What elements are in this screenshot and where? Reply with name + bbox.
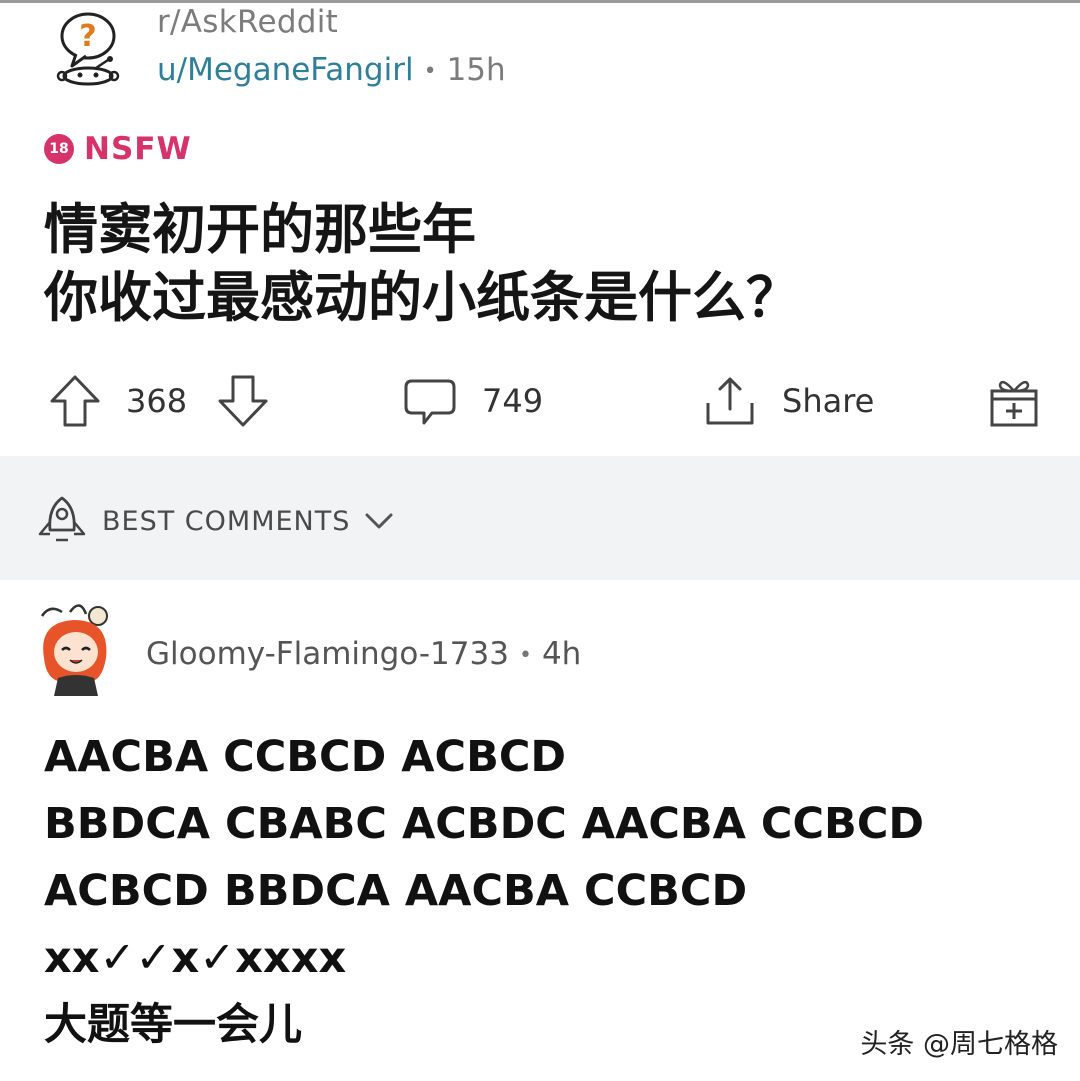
- post-author[interactable]: u/MeganeFangirl: [157, 52, 414, 88]
- nsfw-label: NSFW: [84, 131, 192, 167]
- comment-line: BBDCA CBABC ACBDC AACBA CCBCD: [44, 799, 925, 849]
- award-button[interactable]: [986, 366, 1042, 436]
- gift-icon: [986, 373, 1042, 429]
- rocket-icon: [36, 494, 88, 548]
- comment-meta-separator: •: [518, 643, 532, 668]
- vote-count: 368: [126, 366, 187, 436]
- watermark: 头条 @周七格格: [860, 1029, 1058, 1060]
- comment-body: AACBA CCBCD ACBCD BBDCA CBABC ACBDC AACB…: [44, 724, 1044, 1059]
- comments-button[interactable]: 749: [402, 366, 543, 436]
- comment-age: 4h: [541, 636, 582, 672]
- comment-line: ACBCD BBDCA AACBA CCBCD: [44, 866, 748, 916]
- nsfw-18-icon: 18: [44, 134, 74, 164]
- subreddit-name[interactable]: r/AskReddit: [157, 4, 338, 40]
- sort-dropdown[interactable]: BEST COMMENTS: [36, 494, 394, 548]
- post-title[interactable]: 情窦初开的那些年 你收过最感动的小纸条是什么？: [44, 196, 1044, 332]
- upvote-icon: [48, 373, 102, 429]
- sort-label: BEST COMMENTS: [102, 505, 351, 537]
- upvote-count: 368: [126, 382, 188, 420]
- avatar-illustration: [40, 604, 108, 696]
- upvote-button[interactable]: [48, 366, 102, 436]
- top-divider: [0, 0, 1080, 3]
- svg-text:?: ?: [79, 19, 96, 54]
- comment-username[interactable]: Gloomy-Flamingo-1733: [146, 636, 509, 672]
- comment-count: 749: [482, 382, 544, 420]
- comment-line: AACBA CCBCD ACBCD: [44, 732, 567, 782]
- downvote-icon: [216, 373, 270, 429]
- post-age: 15h: [446, 52, 506, 88]
- share-label: Share: [782, 382, 875, 420]
- post-action-bar: 368 749 Share: [0, 366, 1080, 436]
- commenter-avatar[interactable]: [36, 598, 120, 698]
- post-title-line-1: 情窦初开的那些年: [44, 198, 476, 261]
- post-title-line-2: 你收过最感动的小纸条是什么？: [44, 266, 800, 329]
- share-button[interactable]: Share: [702, 366, 874, 436]
- askreddit-snoo-icon: ?: [56, 12, 120, 86]
- meta-separator: •: [423, 59, 437, 84]
- comment-icon: [402, 373, 458, 429]
- downvote-button[interactable]: [216, 366, 270, 436]
- comment-line: xx✓✓x✓xxxx: [44, 933, 347, 983]
- comment-meta: Gloomy-Flamingo-1733 • 4h: [146, 636, 581, 672]
- post-meta: u/MeganeFangirl • 15h: [157, 52, 506, 88]
- nsfw-tag: 18 NSFW: [44, 131, 192, 167]
- chevron-down-icon: [364, 511, 394, 531]
- comment-sort-bar: BEST COMMENTS: [0, 456, 1080, 580]
- share-icon: [702, 373, 758, 429]
- subreddit-avatar[interactable]: ?: [52, 10, 124, 86]
